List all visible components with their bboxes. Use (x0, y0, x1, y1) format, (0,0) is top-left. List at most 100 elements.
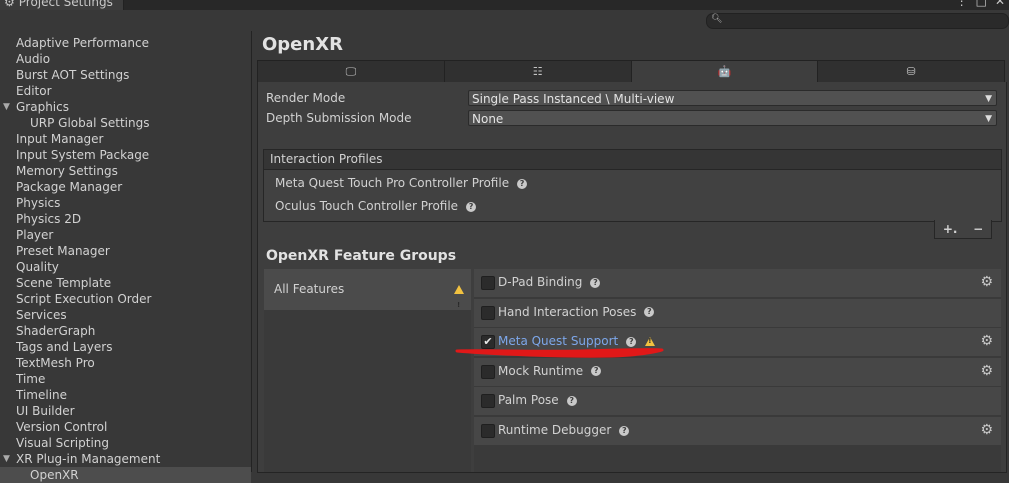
tab-android[interactable]: 🤖 (631, 60, 819, 83)
more-options-icon[interactable]: ⋮ (956, 0, 968, 8)
feature-row: ✔Meta Quest Support? ⚙ (474, 328, 1001, 358)
help-icon[interactable]: ? (619, 425, 630, 436)
sidebar-item[interactable]: Physics 2D (16, 211, 81, 227)
list-item[interactable]: Meta Quest Touch Pro Controller Profile? (275, 176, 528, 190)
settings-panel: Render Mode Single Pass Instanced \ Mult… (257, 82, 1007, 473)
sidebar-item[interactable]: Input System Package (16, 147, 149, 163)
tab-server[interactable]: ☷ (444, 60, 632, 83)
help-icon[interactable]: ? (566, 395, 577, 406)
sidebar-item[interactable]: Preset Manager (16, 243, 110, 259)
list-item[interactable]: Oculus Touch Controller Profile? (275, 199, 477, 213)
sidebar-item-label: Visual Scripting (16, 436, 109, 450)
feature-label-wrap[interactable]: Meta Quest Support? (498, 334, 656, 349)
sidebar-item[interactable]: Burst AOT Settings (16, 67, 129, 83)
sidebar-item[interactable]: Memory Settings (16, 163, 118, 179)
sidebar-item[interactable]: Input Manager (16, 131, 104, 147)
close-icon[interactable]: ✕ (995, 0, 1005, 8)
sidebar-item-label: Timeline (16, 388, 68, 402)
feature-label: Palm Pose (498, 393, 559, 408)
main-panel: OpenXR 🖵 ☷ 🤖 ⛁ Render Mode Single Pass Inst… (252, 31, 1009, 473)
help-icon[interactable]: ? (591, 366, 602, 377)
sidebar-item-label: OpenXR (30, 468, 79, 482)
feature-checkbox[interactable] (481, 305, 495, 320)
tab-monitor[interactable]: 🖵 (257, 60, 445, 83)
remove-profile-button[interactable]: − (973, 222, 983, 236)
help-icon[interactable]: ? (590, 277, 601, 288)
gear-icon[interactable]: ⚙ (980, 274, 993, 290)
feature-label: Hand Interaction Poses (498, 304, 637, 319)
depth-mode-dropdown[interactable]: None ▼ (468, 110, 997, 126)
chevron-down-icon: ▼ (985, 94, 992, 104)
sidebar-item[interactable]: Package Manager (16, 179, 122, 195)
feature-checkbox[interactable] (481, 394, 495, 409)
feature-label-wrap: Palm Pose? (498, 393, 577, 407)
feature-checkbox[interactable] (481, 364, 495, 379)
feature-label: Meta Quest Support (498, 334, 619, 349)
sidebar-item-label: Input System Package (16, 148, 150, 162)
feature-label-wrap: Mock Runtime? (498, 364, 602, 378)
gear-icon[interactable]: ⚙ (980, 422, 993, 438)
maximize-icon[interactable]: □ (976, 0, 987, 8)
sidebar-item[interactable]: Time (16, 371, 45, 387)
sidebar-item[interactable]: UI Builder (16, 403, 75, 419)
feature-checkbox[interactable]: ✔ (481, 335, 495, 350)
sidebar-item[interactable]: Editor (16, 83, 52, 99)
feature-label-wrap: Runtime Debugger? (498, 423, 630, 437)
sidebar-item[interactable]: Services (16, 307, 67, 323)
gear-icon[interactable]: ⚙ (980, 333, 993, 349)
profile-label: Oculus Touch Controller Profile (275, 199, 459, 213)
sidebar-item-label: Audio (16, 52, 51, 66)
help-icon[interactable]: ? (626, 336, 637, 347)
search-input[interactable]: 🔍︎ (706, 13, 1009, 29)
sidebar-item[interactable]: Visual Scripting (16, 435, 109, 451)
render-mode-dropdown[interactable]: Single Pass Instanced \ Multi-view ▼ (468, 90, 997, 106)
settings-sidebar: Adaptive Performance Audio Burst AOT Setti… (0, 31, 252, 483)
sidebar-item[interactable]: URP Global Settings (30, 115, 149, 131)
android-icon: 🤖 (717, 65, 732, 78)
sidebar-item[interactable]: TextMesh Pro (16, 355, 95, 371)
sidebar-item[interactable]: Tags and Layers (16, 339, 112, 355)
sidebar-item[interactable]: Scene Template (16, 275, 111, 291)
sidebar-item[interactable]: OpenXR (0, 467, 251, 483)
sidebar-item[interactable]: Timeline (16, 387, 67, 403)
tab-webgl[interactable]: ⛁ (818, 60, 1005, 83)
window-title: Project Settings (18, 0, 113, 9)
sidebar-item-label: Package Manager (16, 180, 123, 194)
sidebar-item[interactable]: ShaderGraph (16, 323, 95, 339)
window-tab[interactable]: ⚙ Project Settings (0, 0, 124, 10)
sidebar-item[interactable]: Quality (16, 259, 59, 275)
sidebar-item-label: Physics 2D (16, 212, 82, 226)
features-list: D-Pad Binding? ⚙ Hand Interaction Poses? ✔ M… (474, 269, 1001, 472)
render-mode-label: Render Mode (266, 91, 346, 105)
feature-checkbox[interactable] (481, 276, 495, 290)
sidebar-item[interactable]: Audio (16, 51, 50, 67)
sidebar-item-label: Editor (16, 84, 52, 98)
profile-label: Meta Quest Touch Pro Controller Profile (275, 176, 510, 190)
sidebar-item[interactable]: ▼ Graphics (3, 99, 69, 115)
feature-checkbox[interactable] (481, 424, 495, 438)
help-icon[interactable]: ? (644, 307, 655, 318)
expand-arrow-icon[interactable]: ▼ (3, 451, 10, 467)
feature-row: Hand Interaction Poses? (474, 298, 1001, 328)
sidebar-item[interactable]: ▼ XR Plug-in Management (3, 451, 160, 467)
feature-group-all[interactable]: All Features (264, 269, 471, 326)
interaction-profiles-header: Interaction Profiles (264, 150, 1001, 170)
feature-groups-title: OpenXR Feature Groups (266, 248, 457, 264)
feature-row: Runtime Debugger? ⚙ (474, 417, 1001, 446)
monitor-icon: 🖵 (345, 64, 357, 78)
sidebar-item[interactable]: Script Execution Order (16, 291, 151, 307)
sidebar-item[interactable]: Adaptive Performance (16, 35, 149, 51)
add-profile-button[interactable]: +. (943, 222, 958, 236)
chevron-down-icon: ▼ (985, 114, 992, 124)
feature-label: Runtime Debugger (498, 423, 612, 437)
sidebar-item[interactable]: Physics (16, 195, 60, 211)
feature-groups-list: All Features (264, 269, 471, 472)
help-icon[interactable]: ? (517, 178, 528, 189)
server-icon: ☷ (532, 65, 543, 78)
feature-row: Mock Runtime? ⚙ (474, 357, 1001, 387)
sidebar-item[interactable]: Version Control (16, 419, 107, 435)
help-icon[interactable]: ? (466, 201, 477, 212)
sidebar-item[interactable]: Player (16, 227, 53, 243)
gear-icon[interactable]: ⚙ (980, 363, 993, 379)
expand-arrow-icon[interactable]: ▼ (3, 99, 10, 115)
